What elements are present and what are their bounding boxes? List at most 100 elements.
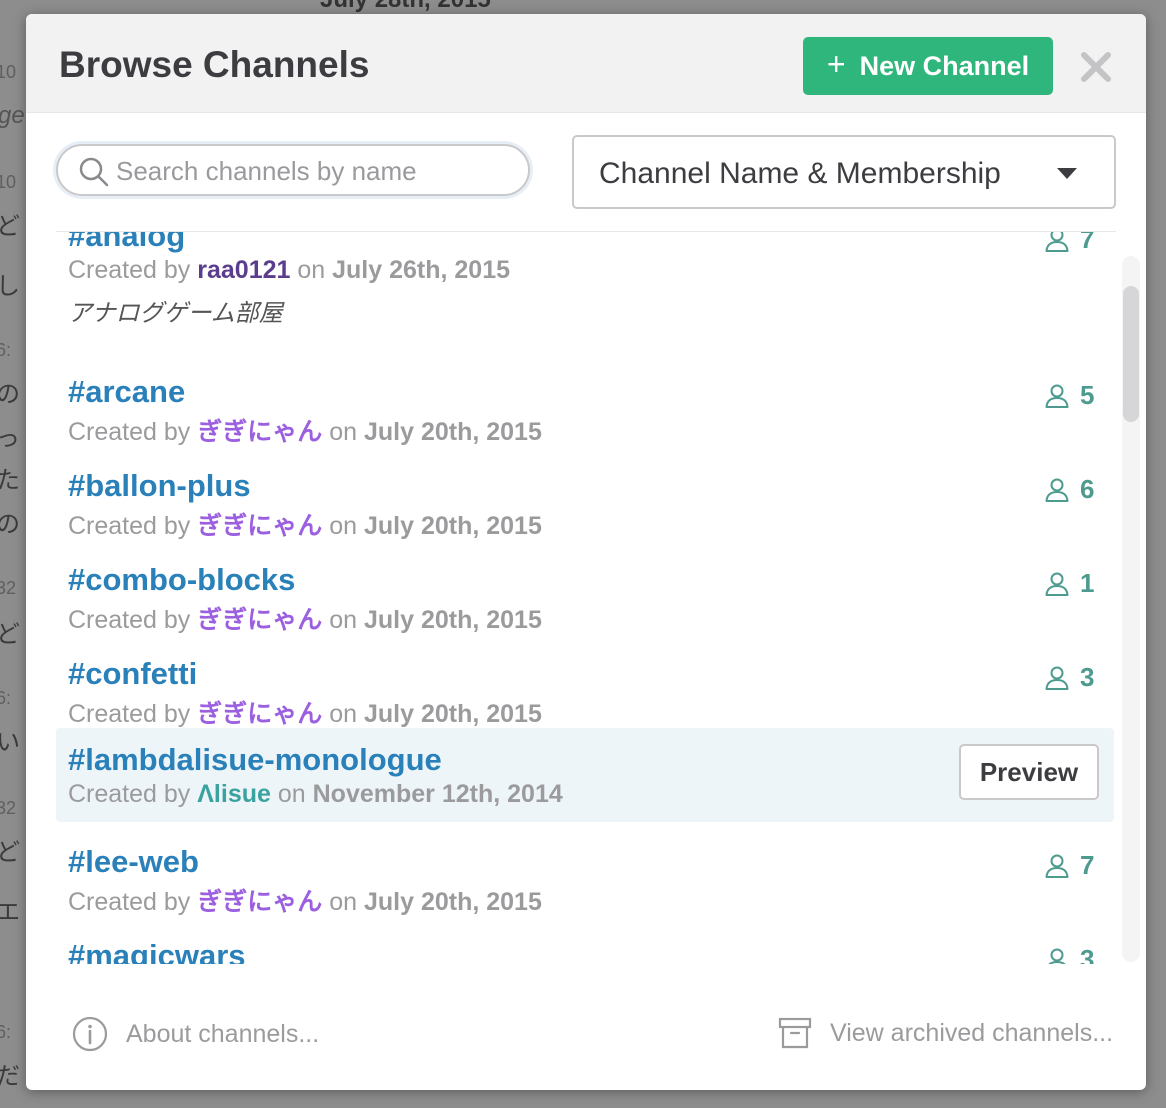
- on-label: on: [277, 780, 306, 808]
- background-text: 6:: [0, 340, 12, 360]
- search-box: [56, 144, 530, 196]
- member-count: 3: [1044, 944, 1094, 964]
- background-text: 6:: [0, 688, 12, 708]
- modal-title: Browse Channels: [59, 44, 370, 85]
- created-by-label: Created by: [68, 888, 191, 916]
- member-icon: [1045, 666, 1069, 690]
- channel-name[interactable]: #ballon-plus: [68, 468, 251, 504]
- channel-created-date: November 12th, 2014: [312, 780, 563, 808]
- channel-creator[interactable]: ぎぎにゃん: [197, 888, 322, 916]
- channel-created-date: July 20th, 2015: [363, 700, 542, 728]
- member-icon: [1048, 948, 1066, 964]
- on-label: on: [329, 606, 358, 634]
- preview-button[interactable]: Preview: [959, 744, 1099, 800]
- channel-name[interactable]: #lee-web: [68, 844, 199, 880]
- member-count-value: 5: [1080, 380, 1095, 410]
- member-count-value: 3: [1080, 662, 1095, 692]
- member-count-value: 7: [1080, 850, 1095, 880]
- channel-row[interactable]: #lee-web Created by ぎぎにゃん on July 20th, 2…: [56, 832, 1114, 926]
- channel-meta: Created by ぎぎにゃん on July 20th, 2015: [68, 506, 542, 542]
- channel-row[interactable]: #magicwars 3: [56, 926, 1114, 964]
- channel-meta: Created by ぎぎにゃん on July 20th, 2015: [68, 694, 542, 730]
- channel-meta: Created by Λlisue on November 12th, 2014: [68, 780, 563, 809]
- background-date-header: July 28th, 2015: [320, 0, 491, 14]
- background-text: 10: [0, 62, 17, 82]
- background-text: っ: [0, 425, 20, 452]
- about-channels-label: About channels...: [126, 1019, 320, 1048]
- member-count-value: 1: [1080, 568, 1095, 598]
- sort-dropdown[interactable]: Channel Name & Membership: [572, 135, 1116, 209]
- modal-header: Browse Channels + New Channel: [26, 14, 1146, 113]
- channel-creator[interactable]: Λlisue: [197, 780, 271, 808]
- search-input[interactable]: [114, 152, 518, 190]
- channel-name[interactable]: #magicwars: [68, 938, 246, 964]
- view-archived-link[interactable]: View archived channels...: [778, 1016, 1113, 1050]
- channel-row[interactable]: #combo-blocks Created by ぎぎにゃん on July 20…: [56, 550, 1114, 644]
- on-label: on: [329, 700, 358, 728]
- member-count-value: 6: [1080, 474, 1095, 504]
- channel-list[interactable]: #analog Created by raa0121 on July 26th, …: [26, 232, 1146, 964]
- created-by-label: Created by: [68, 512, 191, 540]
- background-text: ge: [0, 102, 25, 129]
- view-archived-label: View archived channels...: [830, 1018, 1114, 1047]
- channel-meta: Created by raa0121 on July 26th, 2015: [68, 256, 510, 285]
- channel-created-date: July 20th, 2015: [363, 888, 542, 916]
- member-icon: [1045, 478, 1069, 502]
- member-count: 7: [1044, 232, 1094, 255]
- scrollbar-thumb[interactable]: [1123, 286, 1139, 422]
- background-text: だ: [0, 1063, 20, 1090]
- channel-row[interactable]: #analog Created by raa0121 on July 26th, …: [56, 232, 1114, 327]
- scrollbar[interactable]: [1122, 256, 1140, 962]
- close-icon[interactable]: [1076, 47, 1116, 87]
- channel-created-date: July 20th, 2015: [363, 418, 542, 446]
- background-text: 32: [0, 578, 17, 598]
- channel-row[interactable]: #lambdalisue-monologue Created by Λlisue …: [56, 728, 1114, 822]
- search-icon: [79, 157, 109, 187]
- channel-creator[interactable]: ぎぎにゃん: [197, 512, 322, 540]
- member-count-value: 7: [1080, 232, 1095, 254]
- channel-name[interactable]: #analog: [68, 232, 185, 254]
- on-label: on: [297, 256, 326, 284]
- plus-icon: +: [826, 46, 846, 82]
- channel-row[interactable]: #ballon-plus Created by ぎぎにゃん on July 20t…: [56, 456, 1114, 550]
- member-icon: [1045, 232, 1069, 252]
- modal-footer: About channels... View archived channels…: [26, 1004, 1146, 1064]
- created-by-label: Created by: [68, 606, 191, 634]
- channel-meta: Created by ぎぎにゃん on July 20th, 2015: [68, 882, 542, 918]
- archive-icon: [778, 1017, 812, 1049]
- channel-name[interactable]: #confetti: [68, 656, 197, 692]
- created-by-label: Created by: [68, 418, 191, 446]
- channel-created-date: July 20th, 2015: [363, 512, 542, 540]
- background-text: エ: [0, 899, 20, 926]
- background-text: い: [0, 729, 20, 756]
- on-label: on: [329, 512, 358, 540]
- background-text: し: [0, 273, 20, 300]
- background-text: の: [0, 511, 20, 538]
- channel-purpose: アナログゲーム部屋: [68, 300, 283, 327]
- channel-creator[interactable]: ぎぎにゃん: [197, 418, 322, 446]
- channel-row[interactable]: #arcane Created by ぎぎにゃん on July 20th, 20…: [56, 362, 1114, 456]
- channel-name[interactable]: #lambdalisue-monologue: [68, 742, 442, 778]
- chevron-down-icon: [1057, 168, 1077, 179]
- member-count: 6: [1044, 474, 1094, 505]
- sort-dropdown-value: Channel Name & Membership: [599, 157, 1001, 190]
- channel-name[interactable]: #combo-blocks: [68, 562, 295, 598]
- created-by-label: Created by: [68, 700, 191, 728]
- channel-creator[interactable]: ぎぎにゃん: [197, 700, 322, 728]
- background-text: ど: [0, 621, 20, 648]
- on-label: on: [329, 888, 358, 916]
- about-channels-link[interactable]: About channels...: [72, 1016, 319, 1052]
- channel-created-date: July 20th, 2015: [363, 606, 542, 634]
- browse-channels-modal: Browse Channels + New Channel Channel Na…: [26, 14, 1146, 1090]
- channel-name[interactable]: #arcane: [68, 374, 185, 410]
- channel-row[interactable]: #confetti Created by ぎぎにゃん on July 20th, …: [56, 644, 1114, 738]
- background-text: 10: [0, 172, 17, 192]
- channel-creator[interactable]: ぎぎにゃん: [197, 606, 322, 634]
- member-count: 7: [1044, 850, 1094, 881]
- member-count: 3: [1044, 662, 1094, 693]
- channel-creator[interactable]: raa0121: [197, 256, 290, 284]
- created-by-label: Created by: [68, 780, 191, 808]
- background-text: 32: [0, 798, 17, 818]
- created-by-label: Created by: [68, 256, 191, 284]
- new-channel-button[interactable]: + New Channel: [803, 37, 1053, 95]
